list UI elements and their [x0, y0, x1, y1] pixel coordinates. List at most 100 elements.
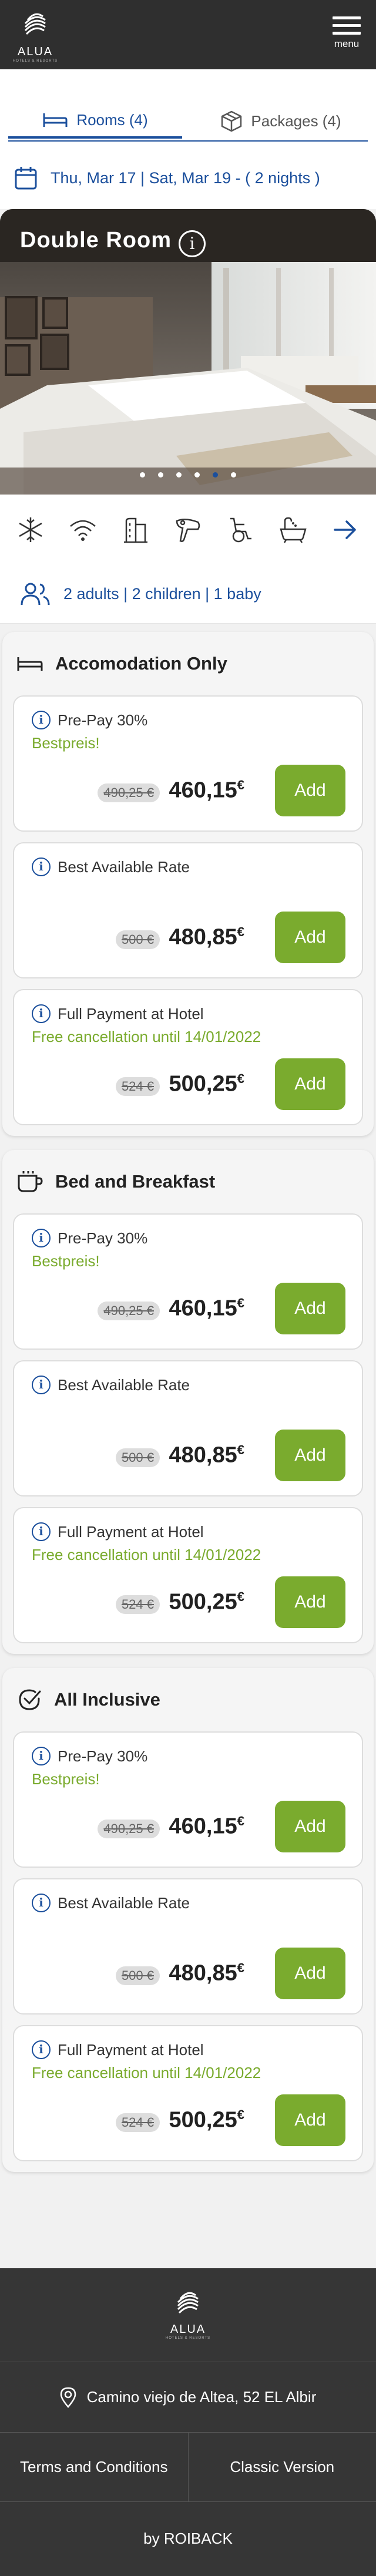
add-button[interactable]: Add	[275, 1283, 345, 1334]
new-price: 480,85€	[169, 924, 244, 950]
menu-button[interactable]: menu	[331, 16, 362, 54]
wifi-icon	[66, 513, 99, 546]
add-button[interactable]: Add	[275, 1058, 345, 1110]
rate-card: i Best Available Rate 500 € 480,85€ Add	[13, 1878, 363, 2015]
old-price: 524 €	[115, 2113, 160, 2132]
rate-card: i Pre-Pay 30% Bestpreis! 490,25 € 460,15€…	[13, 1213, 363, 1350]
rate-info-icon[interactable]: i	[32, 1229, 51, 1247]
check-circle-icon	[19, 1689, 41, 1710]
old-price: 524 €	[115, 1077, 160, 1096]
rate-card: i Best Available Rate 500 € 480,85€ Add	[13, 1360, 363, 1496]
alua-logo[interactable]: ALUA HOTELS & RESORTS	[9, 7, 61, 63]
carousel-dot-active[interactable]	[213, 472, 218, 477]
footer-links: Terms and Conditions Classic Version	[0, 2433, 376, 2502]
footer-logo[interactable]: ALUA HOTELS & RESORTS	[0, 2268, 376, 2362]
footer-logo-text: ALUA	[170, 2323, 206, 2336]
old-price: 500 €	[115, 1448, 160, 1467]
rate-name: Pre-Pay 30%	[58, 711, 148, 729]
price-currency: €	[237, 1589, 244, 1604]
occupancy-selector[interactable]: 2 adults | 2 children | 1 baby	[0, 565, 376, 624]
add-button[interactable]: Add	[275, 1576, 345, 1628]
room-info-icon[interactable]: i	[179, 230, 206, 257]
rate-tag: Free cancellation until 14/01/2022	[32, 1546, 261, 1563]
carousel-dot[interactable]	[194, 472, 200, 477]
coffee-cup-icon	[18, 1171, 43, 1192]
add-button[interactable]: Add	[275, 912, 345, 963]
new-price: 500,25€	[169, 1589, 244, 1615]
box-icon	[221, 110, 242, 132]
new-price: 480,85€	[169, 1960, 244, 1986]
snowflake-icon	[14, 513, 47, 546]
rate-info-icon[interactable]: i	[32, 1894, 51, 1912]
new-price: 460,15€	[169, 1296, 244, 1321]
calendar-icon	[15, 167, 37, 190]
old-price: 490,25 €	[98, 783, 160, 802]
add-button[interactable]: Add	[275, 1801, 345, 1852]
tab-bar: Rooms (4) Packages (4)	[0, 69, 376, 147]
hamburger-icon	[333, 16, 361, 35]
occupancy-text: 2 adults | 2 children | 1 baby	[63, 585, 261, 603]
rate-card: i Best Available Rate 500 € 480,85€ Add	[13, 842, 363, 978]
price-currency: €	[237, 1071, 244, 1086]
arrow-right-icon[interactable]	[329, 513, 362, 546]
tab-rooms-label: Rooms (4)	[76, 110, 148, 129]
new-price: 480,85€	[169, 1442, 244, 1468]
rate-card: i Pre-Pay 30% Bestpreis! 490,25 € 460,15€…	[13, 695, 363, 832]
tab-packages[interactable]: Packages (4)	[194, 103, 368, 139]
rate-info-icon[interactable]: i	[32, 1522, 51, 1541]
plan-title: All Inclusive	[54, 1689, 160, 1710]
date-selector[interactable]: Thu, Mar 17 | Sat, Mar 19 - ( 2 nights )	[0, 147, 376, 209]
rate-card: i Full Payment at Hotel Free cancellation…	[13, 989, 363, 1125]
rate-card: i Full Payment at Hotel Free cancellation…	[13, 1507, 363, 1643]
carousel-dot[interactable]	[140, 472, 145, 477]
price-currency: €	[237, 2107, 244, 2122]
carousel-dot[interactable]	[231, 472, 236, 477]
rate-name: Pre-Pay 30%	[58, 1229, 148, 1247]
rate-info-icon[interactable]: i	[32, 1747, 51, 1765]
add-button[interactable]: Add	[275, 1430, 345, 1481]
add-button[interactable]: Add	[275, 2094, 345, 2146]
rate-name: Full Payment at Hotel	[58, 2040, 204, 2059]
rate-info-icon[interactable]: i	[32, 711, 51, 729]
plan-title: Accomodation Only	[55, 653, 227, 674]
price-amount: 460,15	[169, 1814, 237, 1839]
rate-info-icon[interactable]: i	[32, 1376, 51, 1394]
carousel-dot[interactable]	[158, 472, 163, 477]
price-amount: 480,85	[169, 1442, 237, 1468]
plan-all-inclusive: All Inclusive i Pre-Pay 30% Bestpreis! 49…	[2, 1668, 374, 2172]
rate-info-icon[interactable]: i	[32, 1004, 51, 1023]
tab-rooms[interactable]: Rooms (4)	[8, 103, 182, 139]
rate-tag: Bestpreis!	[32, 1770, 100, 1788]
rate-name: Best Available Rate	[58, 1376, 190, 1394]
add-button[interactable]: Add	[275, 765, 345, 816]
classic-version-link[interactable]: Classic Version	[189, 2433, 376, 2501]
price-currency: €	[237, 1814, 244, 1828]
price-amount: 480,85	[169, 1960, 237, 1986]
rate-tag: Bestpreis!	[32, 1252, 100, 1270]
new-price: 500,25€	[169, 1071, 244, 1097]
rate-tag: Bestpreis!	[32, 734, 100, 752]
add-button[interactable]: Add	[275, 1948, 345, 1999]
top-bar: ALUA HOTELS & RESORTS menu	[0, 0, 376, 69]
room-photo-carousel[interactable]: Double Room i	[0, 209, 376, 495]
price-currency: €	[237, 1442, 244, 1457]
rate-info-icon[interactable]: i	[32, 2040, 51, 2059]
logo-text: ALUA	[17, 45, 53, 58]
price-currency: €	[237, 1960, 244, 1975]
hairdryer-icon	[172, 513, 204, 546]
terms-link[interactable]: Terms and Conditions	[0, 2433, 189, 2501]
rate-name: Pre-Pay 30%	[58, 1747, 148, 1765]
building-icon	[119, 513, 152, 546]
room-title: Double Room	[20, 228, 172, 253]
price-amount: 500,25	[169, 1071, 237, 1097]
bed-icon	[17, 657, 43, 671]
carousel-dot[interactable]	[176, 472, 182, 477]
amenities-bar	[0, 495, 376, 565]
plan-title: Bed and Breakfast	[55, 1171, 216, 1192]
menu-label: menu	[334, 38, 360, 49]
users-icon	[21, 583, 50, 605]
rate-info-icon[interactable]: i	[32, 857, 51, 876]
footer-address[interactable]: Camino viejo de Altea, 52 EL Albir	[0, 2362, 376, 2433]
price-amount: 460,15	[169, 1296, 237, 1321]
new-price: 460,15€	[169, 778, 244, 803]
